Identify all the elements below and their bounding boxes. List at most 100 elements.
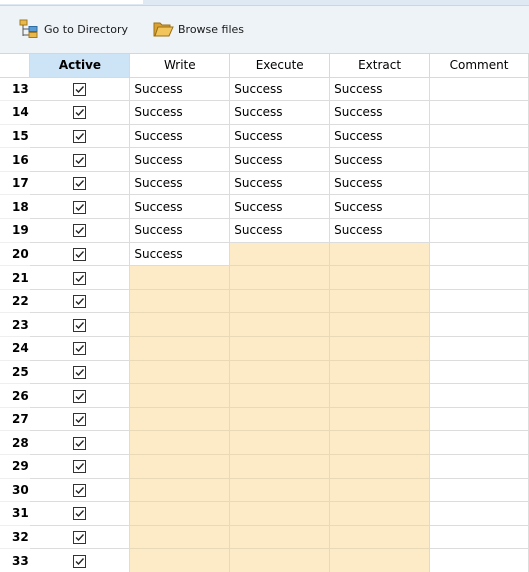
comment-cell[interactable] bbox=[429, 525, 529, 550]
active-checkbox[interactable] bbox=[73, 106, 87, 120]
write-cell[interactable]: Success bbox=[129, 171, 231, 196]
write-cell[interactable]: Success bbox=[129, 77, 231, 102]
active-checkbox[interactable] bbox=[73, 318, 87, 332]
table-row[interactable]: 21 bbox=[0, 265, 529, 290]
table-row[interactable]: 32 bbox=[0, 525, 529, 550]
execute-cell[interactable] bbox=[229, 407, 331, 432]
write-cell[interactable] bbox=[129, 525, 231, 550]
write-cell[interactable]: Success bbox=[129, 147, 231, 172]
extract-cell[interactable]: Success bbox=[329, 77, 431, 102]
extract-cell[interactable] bbox=[329, 336, 431, 361]
execute-cell[interactable] bbox=[229, 454, 331, 479]
execute-column-header[interactable]: Execute bbox=[229, 54, 331, 78]
extract-cell[interactable] bbox=[329, 312, 431, 338]
comment-cell[interactable] bbox=[429, 77, 529, 102]
execute-cell[interactable] bbox=[229, 265, 331, 290]
browse-files-button[interactable]: Browse files bbox=[152, 17, 244, 41]
extract-cell[interactable]: Success bbox=[329, 100, 431, 125]
execute-cell[interactable] bbox=[229, 478, 331, 503]
active-checkbox[interactable] bbox=[73, 531, 87, 545]
comment-cell[interactable] bbox=[429, 194, 529, 220]
table-row[interactable]: 23 bbox=[0, 312, 529, 338]
comment-cell[interactable] bbox=[429, 312, 529, 338]
active-checkbox[interactable] bbox=[73, 271, 87, 285]
extract-cell[interactable] bbox=[329, 242, 431, 267]
write-cell[interactable] bbox=[129, 478, 231, 503]
active-checkbox[interactable] bbox=[73, 413, 87, 427]
active-checkbox[interactable] bbox=[73, 389, 87, 403]
comment-column-header[interactable]: Comment bbox=[429, 54, 529, 78]
write-cell[interactable] bbox=[129, 312, 231, 338]
comment-cell[interactable] bbox=[429, 336, 529, 361]
comment-cell[interactable] bbox=[429, 171, 529, 196]
extract-cell[interactable] bbox=[329, 360, 431, 385]
table-row[interactable]: 16 Success Success Success bbox=[0, 147, 529, 172]
table-row[interactable]: 27 bbox=[0, 407, 529, 432]
execute-cell[interactable]: Success bbox=[229, 77, 331, 102]
extract-cell[interactable] bbox=[329, 289, 431, 314]
active-checkbox[interactable] bbox=[73, 342, 87, 356]
table-row[interactable]: 30 bbox=[0, 478, 529, 503]
execute-cell[interactable] bbox=[229, 430, 331, 455]
write-cell[interactable] bbox=[129, 501, 231, 526]
extract-cell[interactable]: Success bbox=[329, 147, 431, 172]
extract-cell[interactable]: Success bbox=[329, 218, 431, 243]
write-cell[interactable] bbox=[129, 360, 231, 385]
execute-cell[interactable]: Success bbox=[229, 194, 331, 220]
active-checkbox[interactable] bbox=[73, 177, 87, 191]
comment-cell[interactable] bbox=[429, 430, 529, 455]
comment-cell[interactable] bbox=[429, 147, 529, 172]
comment-cell[interactable] bbox=[429, 407, 529, 432]
write-cell[interactable] bbox=[129, 336, 231, 361]
execute-cell[interactable] bbox=[229, 548, 331, 572]
execute-cell[interactable] bbox=[229, 383, 331, 408]
table-row[interactable]: 24 bbox=[0, 336, 529, 361]
extract-cell[interactable] bbox=[329, 454, 431, 479]
extract-column-header[interactable]: Extract bbox=[329, 54, 431, 78]
write-cell[interactable] bbox=[129, 407, 231, 432]
comment-cell[interactable] bbox=[429, 265, 529, 290]
extract-cell[interactable]: Success bbox=[329, 194, 431, 220]
active-checkbox[interactable] bbox=[73, 295, 87, 309]
execute-cell[interactable] bbox=[229, 336, 331, 361]
extract-cell[interactable]: Success bbox=[329, 124, 431, 149]
write-cell[interactable] bbox=[129, 454, 231, 479]
table-row[interactable]: 17 Success Success Success bbox=[0, 171, 529, 196]
comment-cell[interactable] bbox=[429, 242, 529, 267]
active-checkbox[interactable] bbox=[73, 153, 87, 167]
execute-cell[interactable] bbox=[229, 312, 331, 338]
write-cell[interactable]: Success bbox=[129, 218, 231, 243]
table-row[interactable]: 31 bbox=[0, 501, 529, 526]
go-to-directory-button[interactable]: Go to Directory bbox=[18, 17, 128, 41]
comment-cell[interactable] bbox=[429, 501, 529, 526]
table-row[interactable]: 29 bbox=[0, 454, 529, 479]
active-column-header[interactable]: Active bbox=[29, 54, 131, 78]
comment-cell[interactable] bbox=[429, 124, 529, 149]
extract-cell[interactable] bbox=[329, 478, 431, 503]
comment-cell[interactable] bbox=[429, 289, 529, 314]
write-cell[interactable]: Success bbox=[129, 124, 231, 149]
extract-cell[interactable] bbox=[329, 383, 431, 408]
table-row[interactable]: 20 Success bbox=[0, 242, 529, 267]
table-row[interactable]: 15 Success Success Success bbox=[0, 124, 529, 149]
active-checkbox[interactable] bbox=[73, 460, 87, 474]
execute-cell[interactable]: Success bbox=[229, 147, 331, 172]
write-cell[interactable] bbox=[129, 548, 231, 572]
execute-cell[interactable] bbox=[229, 525, 331, 550]
comment-cell[interactable] bbox=[429, 478, 529, 503]
write-cell[interactable] bbox=[129, 265, 231, 290]
execute-cell[interactable] bbox=[229, 360, 331, 385]
table-row[interactable]: 33 bbox=[0, 548, 529, 572]
table-row[interactable]: 14 Success Success Success bbox=[0, 100, 529, 125]
table-row[interactable]: 18 Success Success Success bbox=[0, 194, 529, 220]
execute-cell[interactable]: Success bbox=[229, 171, 331, 196]
table-row[interactable]: 22 bbox=[0, 289, 529, 314]
comment-cell[interactable] bbox=[429, 100, 529, 125]
table-row[interactable]: 25 bbox=[0, 360, 529, 385]
active-checkbox[interactable] bbox=[73, 200, 87, 214]
table-row[interactable]: 19 Success Success Success bbox=[0, 218, 529, 243]
active-checkbox[interactable] bbox=[73, 82, 87, 96]
active-checkbox[interactable] bbox=[73, 436, 87, 450]
extract-cell[interactable] bbox=[329, 265, 431, 290]
extract-cell[interactable] bbox=[329, 548, 431, 572]
